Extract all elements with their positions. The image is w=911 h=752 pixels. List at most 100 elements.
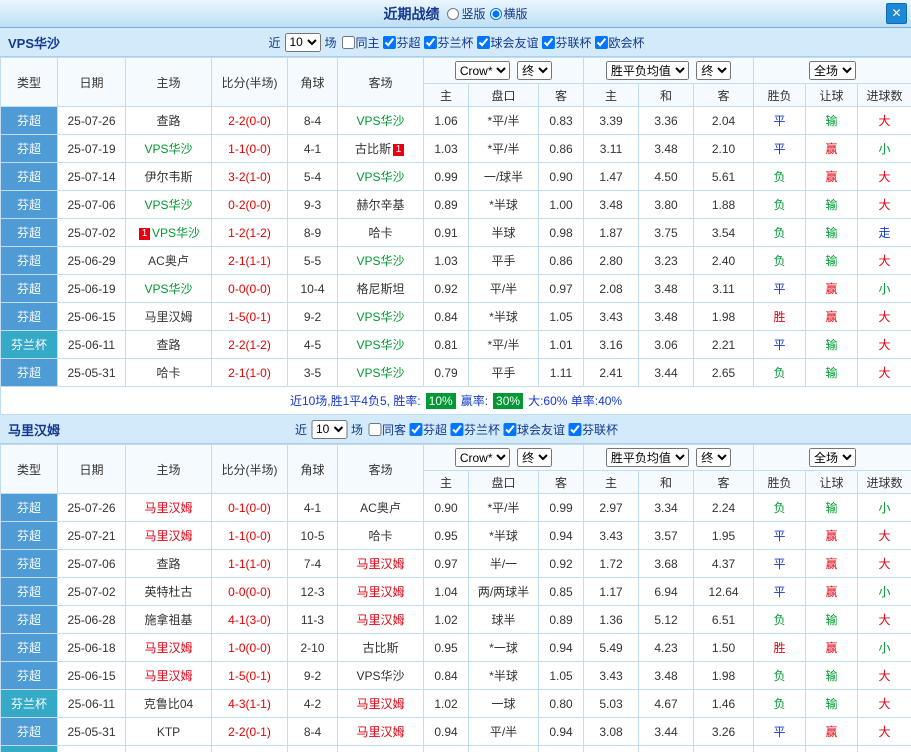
europe-away-odds: 3.11 [693, 745, 755, 752]
red-card-icon: 1 [393, 144, 404, 156]
team-name: 马里汉姆 [356, 613, 405, 627]
league-checkbox[interactable] [382, 35, 396, 49]
match-row: 芬超 25-06-15 马里汉姆 1-5(0-1) 9-2 VPS华沙 0.84 *半球 1.0… [0, 661, 911, 690]
match-count-select[interactable]: 10 [310, 419, 347, 439]
col-header-score: 比分(半场) [211, 57, 288, 107]
europe-draw-odds: 3.57 [638, 521, 695, 550]
europe-time-select[interactable]: 终 [696, 448, 732, 467]
result-cell: 平 [753, 134, 807, 163]
goals-result-cell: 大 [857, 246, 911, 275]
handicap-result-cell: 输 [805, 689, 859, 718]
home-team-cell: AC奥卢 [125, 246, 212, 275]
league-filter-friendly[interactable]: 球会友谊 [502, 421, 565, 438]
league-cell: 芬超 [0, 577, 58, 606]
match-row: 芬兰杯 25-06-11 克鲁比04 4-3(1-1) 4-2 马里汉姆 1.02 一球 0.8… [0, 689, 911, 718]
asia-handicap: 球半 [468, 605, 539, 634]
league-cell: 芬兰杯 [0, 330, 58, 359]
corner-count: 5-5 [287, 246, 338, 275]
team-name: 马里汉姆 [144, 669, 193, 683]
league-filter-friendly[interactable]: 球会友谊 [476, 34, 539, 51]
europe-home-odds: 3.16 [583, 330, 640, 359]
team-name: 施拿祖基 [144, 613, 193, 627]
league-filter-finland-league-cup[interactable]: 芬联杯 [541, 34, 592, 51]
same-away-option[interactable]: 同客 [367, 421, 406, 438]
result-cell: 平 [753, 330, 807, 359]
league-checkbox[interactable] [503, 422, 517, 436]
asia-company-select[interactable]: Crow* [454, 61, 510, 80]
layout-horizontal-option[interactable]: 横版 [486, 5, 528, 22]
match-score: 2-1(1-0) [211, 358, 288, 387]
asia-away-odds: 1.11 [537, 358, 585, 387]
league-filter-finland-cup[interactable]: 芬兰杯 [423, 34, 474, 51]
team-name: 马里汉姆 [356, 585, 405, 599]
europe-company-select[interactable]: 胜平负均值 [605, 448, 689, 467]
result-cell: 负 [753, 218, 807, 247]
summary-goals-text: 大:60% 单率:40% [528, 394, 623, 408]
away-team-cell: 古比斯 1 [337, 134, 424, 163]
same-away-label: 同客 [381, 422, 406, 437]
match-row: 芬超 25-07-26 查路 2-2(0-0) 8-4 VPS华沙 1.06 *平/半 0.83… [0, 106, 911, 135]
team-name: 伊尔韦斯 [144, 170, 193, 184]
match-row: 芬超 25-05-31 KTP 2-2(0-1) 8-4 马里汉姆 0.94 平/半 0.94 3… [0, 717, 911, 746]
scope-select[interactable]: 全场 [809, 448, 857, 467]
asia-handicap: *半球 [468, 661, 539, 690]
league-checkbox[interactable] [541, 35, 555, 49]
match-date: 25-07-14 [57, 162, 126, 191]
europe-odds-group-header: 胜平负均值 终 [583, 444, 755, 471]
league-checkbox[interactable] [594, 35, 608, 49]
league-checkbox[interactable] [568, 422, 582, 436]
asia-home-odds: 0.79 [423, 358, 469, 387]
games-label: 场 [324, 35, 337, 50]
league-checkbox[interactable] [476, 35, 490, 49]
result-cell: 负 [753, 246, 807, 275]
handicap-result-cell: 输 [805, 106, 859, 135]
layout-vertical-option[interactable]: 竖版 [443, 5, 486, 22]
europe-company-select[interactable]: 胜平负均值 [605, 61, 689, 80]
vertical-layout-radio[interactable] [447, 7, 460, 20]
vertical-layout-label: 竖版 [461, 7, 486, 21]
league-checkbox[interactable] [450, 422, 464, 436]
horizontal-layout-radio[interactable] [489, 7, 502, 20]
red-card-icon: 1 [138, 228, 150, 240]
asia-time-select[interactable]: 终 [517, 448, 553, 467]
match-row: 芬超 25-07-06 查路 1-1(1-0) 7-4 马里汉姆 0.97 半/一 0.92 1.… [0, 549, 911, 578]
asia-away-odds: 0.86 [537, 246, 585, 275]
league-filter-conference-league[interactable]: 欧会杯 [594, 34, 645, 51]
goals-result-cell: 大 [857, 330, 911, 359]
match-date: 25-06-18 [57, 633, 126, 662]
asia-home-odds: 1.02 [423, 605, 469, 634]
match-date: 25-06-11 [57, 330, 126, 359]
europe-time-select[interactable]: 终 [696, 61, 732, 80]
same-home-option[interactable]: 同主 [340, 34, 379, 51]
team-name: VPS华沙 [356, 310, 405, 324]
result-cell: 平 [753, 717, 807, 746]
asia-away-odds: 0.94 [537, 717, 585, 746]
league-checkbox[interactable] [408, 422, 422, 436]
europe-home-odds: 2.41 [583, 358, 640, 387]
subcol-goals: 进球数 [857, 83, 911, 107]
match-date: 25-07-21 [57, 521, 126, 550]
league-cell: 芬兰杯 [0, 689, 58, 718]
mariehamn-results-table: 类型 日期 主场 比分(半场) 角球 客场 Crow* 终 胜平负均值 终 全场 [0, 444, 911, 752]
league-filter-finland-league-cup[interactable]: 芬联杯 [567, 421, 618, 438]
scope-select[interactable]: 全场 [809, 61, 857, 80]
match-row: 芬超 25-06-18 马里汉姆 1-0(0-0) 2-10 古比斯 0.95 *一球 0.94… [0, 633, 911, 662]
league-filter-finland-cup[interactable]: 芬兰杯 [449, 421, 500, 438]
asia-time-select[interactable]: 终 [517, 61, 553, 80]
same-away-checkbox[interactable] [367, 422, 381, 436]
match-score: 2-2(0-1) [211, 717, 288, 746]
league-filter-finland-super[interactable]: 芬超 [381, 34, 421, 51]
asia-home-odds: 0.81 [423, 330, 469, 359]
col-header-date: 日期 [57, 444, 126, 494]
asia-company-select[interactable]: Crow* [454, 448, 510, 467]
league-checkbox[interactable] [423, 35, 437, 49]
subcol-asia-away: 客 [537, 83, 585, 107]
europe-draw-odds: 3.44 [638, 717, 695, 746]
summary-record-text: 近10场,胜1平4负5, 胜率: [289, 394, 421, 408]
league-filter-finland-super[interactable]: 芬超 [408, 421, 447, 438]
league-cell: 芬超 [0, 218, 58, 247]
close-icon[interactable]: ✕ [886, 3, 907, 24]
league-label: 芬兰杯 [464, 422, 501, 437]
match-count-select[interactable]: 10 [284, 32, 321, 52]
same-home-checkbox[interactable] [341, 35, 355, 49]
